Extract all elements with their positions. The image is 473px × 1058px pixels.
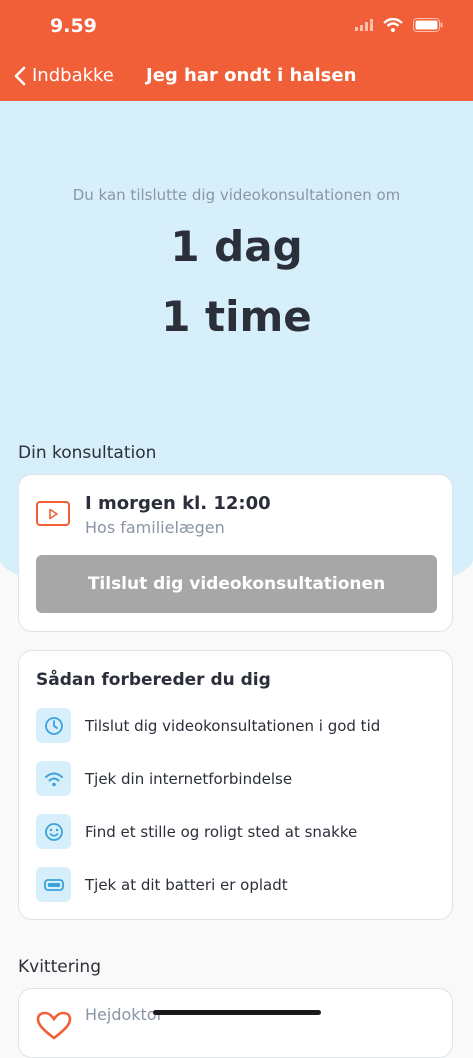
heart-icon <box>36 1011 72 1040</box>
prep-item-battery: Tjek at dit batteri er opladt <box>36 867 288 902</box>
back-button[interactable]: Indbakke <box>14 65 114 86</box>
home-indicator <box>153 1010 321 1015</box>
preparation-card: Sådan forbereder du dig Tilslut dig vide… <box>18 650 453 920</box>
page-title: Jeg har ondt i halsen <box>146 65 357 86</box>
join-video-button[interactable]: Tilslut dig videokonsultationen <box>36 555 437 613</box>
status-icons <box>355 18 443 32</box>
consultation-section-title: Din konsultation <box>18 443 157 463</box>
countdown-hours: 1 time <box>161 292 312 341</box>
battery-icon <box>36 867 71 902</box>
battery-status-icon <box>413 18 443 32</box>
prep-item-text: Tjek at dit batteri er opladt <box>85 875 288 894</box>
receipt-card[interactable]: Hejdoktor <box>18 988 453 1058</box>
prep-item-text: Tjek din internetforbindelse <box>85 769 293 788</box>
countdown-days: 1 dag <box>170 222 303 271</box>
consultation-card: I morgen kl. 12:00 Hos familielægen Tils… <box>18 474 453 632</box>
receipt-provider: Hejdoktor <box>85 1005 164 1024</box>
smiley-icon <box>36 814 71 849</box>
prep-item-internet: Tjek din internetforbindelse <box>36 761 292 796</box>
appointment-place: Hos familielægen <box>85 518 225 537</box>
chevron-left-icon <box>14 66 26 85</box>
preparation-title: Sådan forbereder du dig <box>36 670 271 690</box>
signal-icon <box>355 19 373 31</box>
receipt-section-title: Kvittering <box>18 957 101 977</box>
clock-icon <box>36 708 71 743</box>
app-header: 9.59 Indbakke Jeg har ondt i halsen <box>0 0 473 101</box>
prep-item-quiet-place: Find et stille og roligt sted at snakke <box>36 814 357 849</box>
wifi-icon <box>36 761 71 796</box>
status-time: 9.59 <box>50 15 97 37</box>
prep-item-text: Find et stille og roligt sted at snakke <box>85 822 358 841</box>
back-label: Indbakke <box>32 65 114 86</box>
wifi-status-icon <box>383 18 403 32</box>
video-play-icon <box>36 501 70 526</box>
countdown-label: Du kan tilslutte dig videokonsultationen… <box>72 186 401 204</box>
prep-item-text: Tilslut dig videokonsultationen i god ti… <box>85 716 381 735</box>
prep-item-on-time: Tilslut dig videokonsultationen i god ti… <box>36 708 380 743</box>
appointment-time: I morgen kl. 12:00 <box>85 493 271 514</box>
